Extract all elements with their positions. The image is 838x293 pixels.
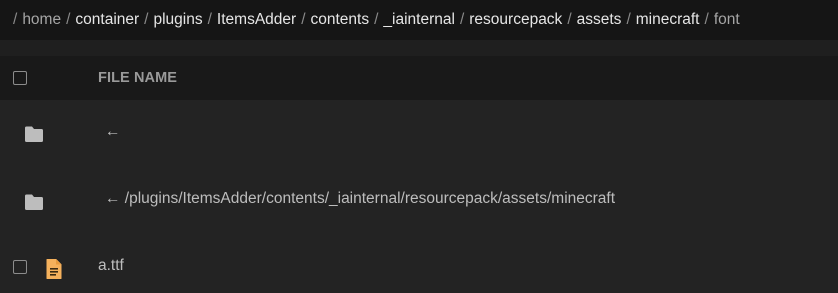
table-row[interactable]: a.ttf bbox=[0, 234, 838, 293]
breadcrumb-minecraft[interactable]: minecraft bbox=[636, 11, 700, 29]
breadcrumb-container[interactable]: container bbox=[75, 11, 139, 29]
breadcrumb-separator: / bbox=[567, 11, 572, 28]
select-all-checkbox[interactable] bbox=[13, 71, 27, 85]
file-name[interactable]: a.ttf bbox=[98, 257, 124, 275]
breadcrumb-separator: / bbox=[13, 11, 18, 28]
breadcrumb-home[interactable]: home bbox=[22, 11, 61, 29]
file-table: FILE NAME ← ← /plugins/ItemsAdder/conten… bbox=[0, 56, 838, 293]
table-header: FILE NAME bbox=[0, 56, 838, 100]
breadcrumb-itemsadder[interactable]: ItemsAdder bbox=[217, 11, 296, 29]
folder-icon bbox=[24, 193, 44, 211]
breadcrumb-separator: / bbox=[374, 11, 379, 28]
file-icon bbox=[45, 258, 63, 280]
breadcrumb-separator: / bbox=[704, 11, 709, 28]
breadcrumb-separator: / bbox=[144, 11, 149, 28]
breadcrumb-separator: / bbox=[207, 11, 212, 28]
breadcrumb-separator: / bbox=[66, 11, 71, 28]
breadcrumb-plugins[interactable]: plugins bbox=[153, 11, 202, 29]
breadcrumb: / home / container / plugins / ItemsAdde… bbox=[0, 0, 838, 40]
column-header-file-name[interactable]: FILE NAME bbox=[98, 70, 177, 86]
breadcrumb-iainternal[interactable]: _iainternal bbox=[383, 11, 455, 29]
breadcrumb-current-font: font bbox=[713, 11, 740, 28]
file-name[interactable]: ← /plugins/ItemsAdder/contents/_iaintern… bbox=[105, 190, 615, 208]
breadcrumb-resourcepack[interactable]: resourcepack bbox=[469, 11, 562, 29]
breadcrumb-separator: / bbox=[301, 11, 306, 28]
breadcrumb-separator: / bbox=[459, 11, 465, 28]
breadcrumb-assets[interactable]: assets bbox=[577, 11, 622, 29]
breadcrumb-separator: / bbox=[626, 11, 631, 28]
file-name[interactable]: ← bbox=[105, 123, 121, 141]
row-checkbox[interactable] bbox=[13, 260, 27, 274]
table-row-parent-path[interactable]: ← /plugins/ItemsAdder/contents/_iaintern… bbox=[0, 167, 838, 234]
table-row-parent[interactable]: ← bbox=[0, 100, 838, 167]
folder-icon bbox=[24, 125, 44, 143]
breadcrumb-contents[interactable]: contents bbox=[311, 11, 370, 29]
